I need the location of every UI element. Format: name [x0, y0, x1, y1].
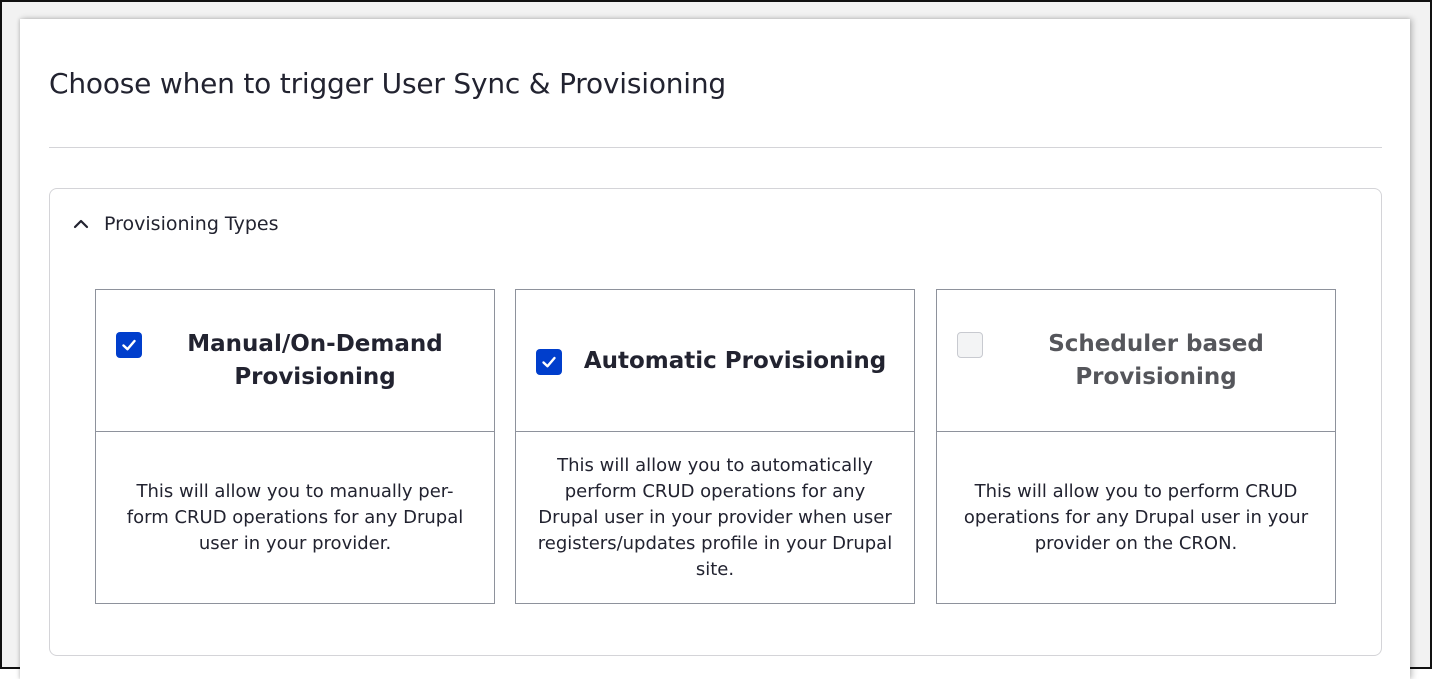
- provisioning-card-automatic: Automatic Provisioning This will allow y…: [515, 289, 915, 604]
- provisioning-card-manual: Manual/On-Demand Provisioning This will …: [95, 289, 495, 604]
- section-label: Provisioning Types: [104, 213, 279, 235]
- scheduler-provisioning-checkbox[interactable]: [957, 332, 983, 358]
- checkmark-icon: [122, 339, 136, 351]
- card-body: This will allow you to perform CRUD oper…: [937, 432, 1335, 604]
- screenshot-frame: Choose when to trigger User Sync & Provi…: [0, 0, 1432, 679]
- card-title: Scheduler based Provisioning: [1048, 331, 1264, 390]
- checkmark-icon: [542, 356, 556, 368]
- card-header: Manual/On-Demand Provisioning: [96, 290, 494, 432]
- card-body: This will allow you to manually per-form…: [96, 432, 494, 604]
- settings-panel: Choose when to trigger User Sync & Provi…: [20, 19, 1410, 679]
- manual-provisioning-checkbox[interactable]: [116, 332, 142, 358]
- card-header: Scheduler based Provisioning: [937, 290, 1335, 432]
- provisioning-types-section: Provisioning Types Manual/On-Demand Prov…: [49, 188, 1382, 656]
- card-title: Manual/On-Demand Provisioning: [187, 331, 443, 390]
- page-title: Choose when to trigger User Sync & Provi…: [49, 67, 727, 100]
- card-description: This will allow you to automatically per…: [537, 455, 893, 580]
- provisioning-card-scheduler: Scheduler based Provisioning This will a…: [936, 289, 1336, 604]
- card-title: Automatic Provisioning: [583, 348, 887, 374]
- card-description: This will allow you to perform CRUD oper…: [963, 481, 1309, 554]
- divider: [49, 147, 1382, 148]
- card-description: This will allow you to manually per-form…: [126, 481, 464, 554]
- chevron-up-icon: [72, 215, 90, 233]
- card-header: Automatic Provisioning: [516, 290, 914, 432]
- automatic-provisioning-checkbox[interactable]: [536, 349, 562, 375]
- provisioning-types-toggle[interactable]: Provisioning Types: [72, 211, 278, 237]
- card-body: This will allow you to automatically per…: [516, 432, 914, 604]
